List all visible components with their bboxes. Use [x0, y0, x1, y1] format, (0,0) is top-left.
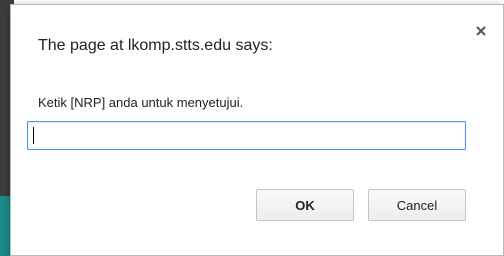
- close-button[interactable]: [473, 23, 489, 39]
- dialog-message: Ketik [NRP] anda untuk menyetujui.: [38, 95, 244, 110]
- cancel-button[interactable]: Cancel: [368, 189, 466, 221]
- text-caret: [33, 127, 34, 144]
- close-icon: [476, 26, 486, 36]
- ok-button[interactable]: OK: [256, 189, 354, 221]
- dialog-title: The page at lkomp.stts.edu says:: [38, 37, 273, 54]
- prompt-input[interactable]: [27, 121, 466, 150]
